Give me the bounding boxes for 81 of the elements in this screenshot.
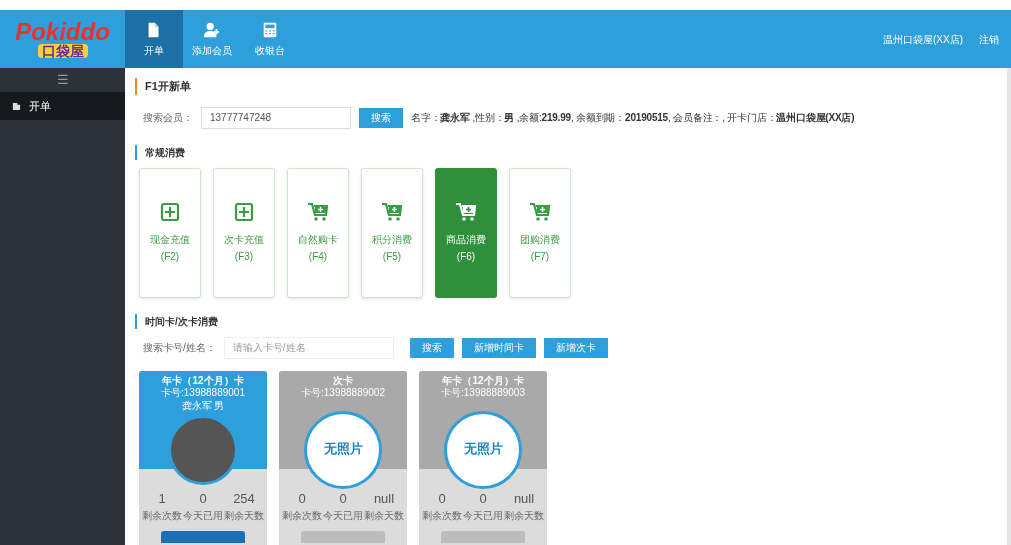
tile-label: 次卡充值 <box>224 234 264 247</box>
card-title: 次卡 <box>333 374 353 387</box>
cart-icon <box>529 202 551 222</box>
member-info: 名字：龚永军 ,性别：男 ,余额:219.99, 余额到期：20190515, 会员备注：, 开卡门店：温州口袋屋(XX店) <box>411 111 855 125</box>
tile-label: (F6) <box>456 250 476 263</box>
tile-label: (F3) <box>234 250 254 263</box>
shortcut-tile[interactable]: 积分消费 (F5) <box>361 167 423 298</box>
tile-label: (F5) <box>382 250 402 263</box>
stat-value: 0 <box>479 489 487 508</box>
member-card[interactable]: 年卡（12个月）卡 卡号:13988889001 龚永军 男 1 剩余次数 0 今天已用 254 剩余天数 <box>139 370 267 545</box>
logo-subtitle: 口袋屋 <box>37 44 88 58</box>
card-button[interactable] <box>441 531 525 543</box>
cart-icon <box>455 202 477 222</box>
action-button[interactable]: 搜索 <box>409 337 454 358</box>
page-title: F1开新单 <box>145 80 191 92</box>
plus-icon <box>160 202 180 222</box>
stat-value: 0 <box>438 489 446 508</box>
stat-value: 254 <box>233 489 255 508</box>
card-button[interactable] <box>161 531 245 543</box>
stat-value: null <box>513 489 535 508</box>
nav-tab[interactable]: 开单 <box>125 10 183 68</box>
stat-label: 剩余次数 <box>142 509 182 523</box>
nav-tab[interactable]: 添加会员 <box>183 10 241 68</box>
shortcut-tile[interactable]: 次卡充值 (F3) <box>213 167 275 298</box>
plus-icon <box>234 202 254 222</box>
stat-label: 剩余次数 <box>422 509 462 523</box>
shortcut-tile[interactable]: 团购消费 (F7) <box>509 167 571 298</box>
card-title: 年卡（12个月）卡 <box>442 374 524 387</box>
tile-label: (F2) <box>160 250 180 263</box>
tile-label: 商品消费 <box>446 234 486 247</box>
header-link[interactable]: 温州口袋屋(XX店) <box>883 31 963 47</box>
menu-toggle[interactable]: ☰ <box>0 68 125 92</box>
cart-icon <box>307 202 329 222</box>
stat-label: 今天已用 <box>323 509 363 523</box>
tile-label: (F7) <box>530 250 550 263</box>
stat-value: 1 <box>158 489 166 508</box>
member-search-field[interactable]: 13777747248 <box>201 106 351 129</box>
shortcut-tile[interactable]: 现金充值 (F2) <box>139 167 201 298</box>
stat-value: 0 <box>298 489 306 508</box>
user-add-icon <box>203 20 221 39</box>
stat-label: 剩余天数 <box>224 509 264 523</box>
card-detail: 卡号:13988889002 <box>301 387 385 400</box>
tile-label: 积分消费 <box>372 234 412 247</box>
shortcut-tile[interactable]: 自然购卡 (F4) <box>287 167 349 298</box>
section-title: 常规消费 <box>145 146 185 158</box>
tile-label: 自然购卡 <box>298 234 338 247</box>
logo: Pokiddo <box>15 20 110 44</box>
nav-tab[interactable]: 收银台 <box>241 10 299 68</box>
search-label: 搜索卡号/姓名： <box>143 341 216 355</box>
register-icon <box>261 20 279 39</box>
header-link[interactable]: 注销 <box>979 31 999 47</box>
shortcut-tile[interactable]: 商品消费 (F6) <box>435 167 497 298</box>
action-button[interactable]: 新增次卡 <box>543 337 608 358</box>
card-button[interactable] <box>301 531 385 543</box>
no-photo-badge: 无照片 <box>444 410 522 489</box>
card-detail: 龚永军 男 <box>181 399 225 412</box>
action-button[interactable]: 新增时间卡 <box>461 337 536 358</box>
member-card[interactable]: 次卡 卡号:13988889002 无照片 0 剩余次数 0 今天已用 null 剩余天数 <box>279 370 407 545</box>
stat-value: null <box>373 489 395 508</box>
tile-label: 团购消费 <box>520 234 560 247</box>
search-label: 搜索会员： <box>142 111 193 125</box>
no-photo-badge: 无照片 <box>304 410 382 489</box>
card-title: 年卡（12个月）卡 <box>162 374 244 387</box>
stat-label: 今天已用 <box>183 509 223 523</box>
cart-icon <box>381 202 403 222</box>
card-search-field[interactable]: 请输入卡号/姓名 <box>223 336 394 359</box>
sidebar-item[interactable]: 开单 <box>0 92 125 120</box>
stat-label: 剩余天数 <box>364 509 404 523</box>
tile-label: 现金充值 <box>150 234 190 247</box>
section-title: 时间卡/次卡消费 <box>145 315 218 327</box>
tile-label: (F4) <box>308 250 328 263</box>
card-detail: 卡号:13988889001 <box>161 387 245 400</box>
card-detail: 卡号:13988889003 <box>441 387 525 400</box>
stat-label: 今天已用 <box>463 509 503 523</box>
stat-label: 剩余次数 <box>282 509 322 523</box>
stat-value: 0 <box>199 489 207 508</box>
stat-label: 剩余天数 <box>504 509 544 523</box>
member-card[interactable]: 年卡（12个月）卡 卡号:13988889003 无照片 0 剩余次数 0 今天已用 null 剩余天数 <box>419 370 547 545</box>
search-button[interactable]: 搜索 <box>359 107 403 128</box>
document-icon <box>12 101 21 111</box>
stat-value: 0 <box>339 489 347 508</box>
